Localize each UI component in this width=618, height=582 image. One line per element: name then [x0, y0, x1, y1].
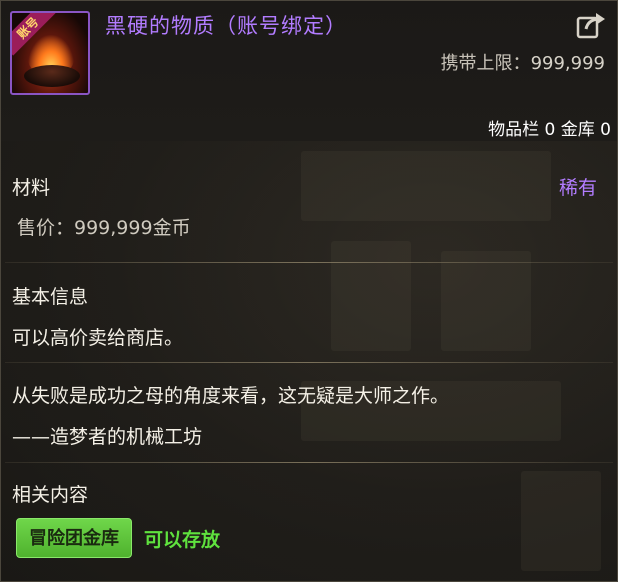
related-heading: 相关内容	[12, 484, 89, 506]
carry-limit: 携带上限：999,999	[441, 49, 605, 75]
storable-status: 可以存放	[144, 529, 221, 551]
section-divider	[5, 462, 613, 463]
inventory-label: 物品栏	[488, 120, 540, 140]
flavor-text: 从失败是成功之母的角度来看，这无疑是大师之作。	[12, 385, 450, 407]
tooltip-header: 账号 黑硬的物质（账号绑定） 携带上限：999,999 物品栏 0 金库 0	[1, 1, 617, 141]
section-divider	[5, 362, 613, 363]
background-decoration	[331, 241, 411, 351]
basic-info-heading: 基本信息	[12, 286, 89, 308]
section-divider	[5, 262, 613, 263]
share-icon[interactable]	[576, 11, 606, 39]
item-type: 材料	[12, 177, 51, 199]
item-title: 黑硬的物质（账号绑定）	[105, 14, 347, 38]
vault-count: 0	[600, 120, 611, 140]
vault-label: 金库	[560, 120, 595, 140]
item-tooltip: 账号 黑硬的物质（账号绑定） 携带上限：999,999 物品栏 0 金库 0 材…	[0, 0, 618, 582]
carry-limit-value: 999,999	[530, 53, 605, 74]
basic-info-description: 可以高价卖给商店。	[12, 327, 184, 349]
carry-limit-label: 携带上限：	[440, 53, 531, 74]
sell-price: 售价：999,999金币	[17, 217, 191, 239]
burning-coal-icon: 账号	[10, 11, 90, 95]
adventure-vault-tag[interactable]: 冒险团金库	[16, 518, 132, 558]
background-decoration	[301, 151, 551, 221]
background-decoration	[521, 471, 601, 571]
inventory-count: 0	[544, 120, 556, 140]
item-rarity: 稀有	[558, 177, 597, 199]
flavor-attribution: ——造梦者的机械工坊	[12, 426, 203, 448]
background-decoration	[441, 251, 531, 351]
coal-shape	[24, 65, 80, 87]
storage-counts: 物品栏 0 金库 0	[488, 115, 611, 140]
